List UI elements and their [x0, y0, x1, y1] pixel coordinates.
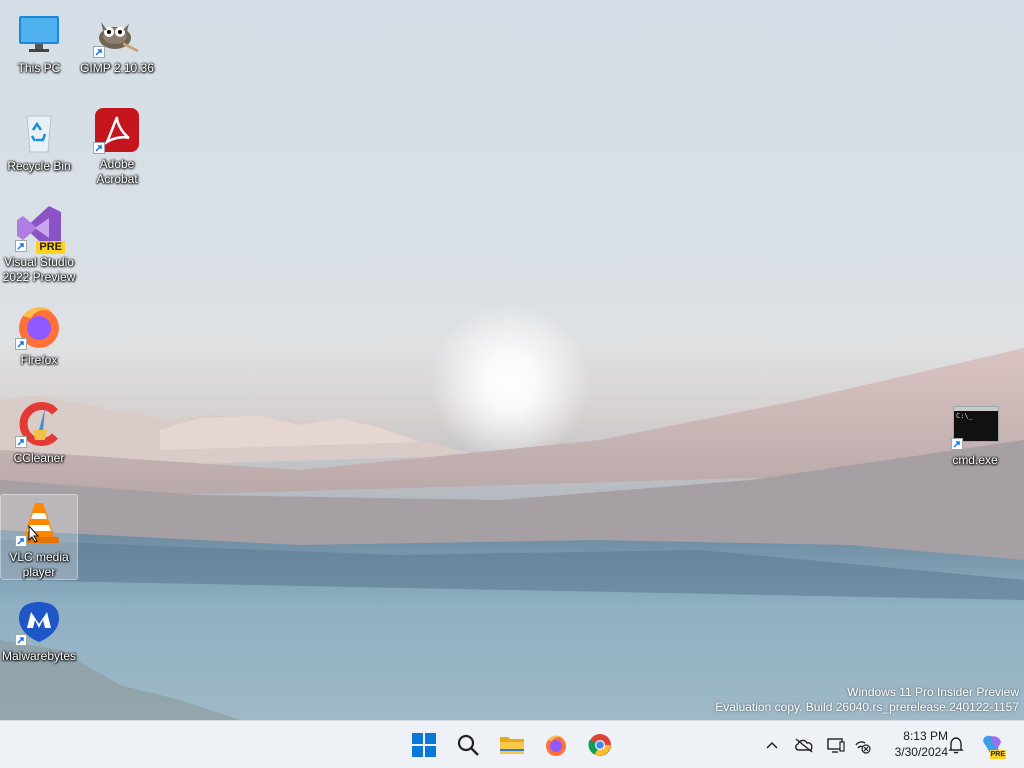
- desktop-icon-this-pc[interactable]: This PC: [0, 6, 78, 92]
- desktop-icon-label: GIMP 2.10.36: [80, 61, 154, 75]
- monitor-icon: [15, 10, 63, 58]
- firefox-icon: [546, 735, 566, 756]
- copilot-pre-badge: PRE: [989, 750, 1006, 759]
- network-tray-button[interactable]: [850, 733, 874, 757]
- recycle-bin-icon: [15, 108, 63, 156]
- mouse-cursor-icon: [28, 525, 40, 543]
- notification-bell-icon: [948, 737, 964, 754]
- chrome-taskbar-button[interactable]: [580, 725, 620, 765]
- malwarebytes-icon: [15, 598, 63, 646]
- onedrive-offline-icon: [795, 738, 813, 753]
- firefox-icon: [15, 302, 63, 350]
- desktop-icon-label: VLC media player: [9, 550, 69, 579]
- display-tray-button[interactable]: [824, 733, 848, 757]
- search-icon: [457, 734, 479, 756]
- notifications-button[interactable]: [944, 733, 968, 757]
- desktop-icon-recycle-bin[interactable]: Recycle Bin: [0, 104, 78, 190]
- shortcut-arrow-icon: [951, 438, 963, 450]
- desktop-icon-gimp[interactable]: GIMP 2.10.36: [78, 6, 156, 92]
- desktop-icon-adobe-acrobat[interactable]: Adobe Acrobat: [78, 102, 156, 188]
- taskbar-clock[interactable]: 8:13 PM 3/30/2024: [878, 728, 948, 760]
- desktop-icon-malwarebytes[interactable]: Malwarebytes: [0, 594, 78, 680]
- shortcut-arrow-icon: [15, 338, 27, 350]
- desktop-icon-label: Adobe Acrobat: [96, 157, 138, 186]
- desktop-icon-firefox[interactable]: Firefox: [0, 298, 78, 384]
- network-disconnected-icon: [855, 741, 871, 754]
- desktop-icon-label: Visual Studio 2022 Preview: [2, 255, 76, 284]
- file-explorer-button[interactable]: [492, 725, 532, 765]
- watermark-edition: Windows 11 Pro Insider Preview: [847, 685, 1019, 699]
- shortcut-arrow-icon: [93, 142, 105, 154]
- shortcut-arrow-icon: [15, 436, 27, 448]
- terminal-prompt-text: C:\_: [956, 412, 973, 420]
- desktop-icon-label: Recycle Bin: [7, 159, 71, 173]
- desktop-icon-cmd[interactable]: C:\_ cmd.exe: [936, 398, 1014, 484]
- shortcut-arrow-icon: [93, 46, 105, 58]
- desktop-icon-label: This PC: [17, 61, 61, 75]
- taskbar: 8:13 PM 3/30/2024 PRE: [0, 720, 1024, 768]
- desktop-icon-label: Malwarebytes: [1, 649, 77, 663]
- chevron-up-icon: [766, 741, 778, 749]
- shortcut-arrow-icon: [15, 240, 27, 252]
- shortcut-arrow-icon: [15, 634, 27, 646]
- start-button[interactable]: [404, 725, 444, 765]
- copilot-button[interactable]: PRE: [978, 733, 1006, 759]
- desktop-icon-visual-studio[interactable]: PRE Visual Studio 2022 Preview: [0, 200, 78, 286]
- search-button[interactable]: [448, 725, 488, 765]
- ccleaner-icon: [15, 400, 63, 448]
- visual-studio-icon: PRE: [15, 204, 65, 254]
- show-hidden-icons-button[interactable]: [760, 733, 784, 757]
- gimp-icon: [93, 10, 141, 58]
- windows-watermark: Windows 11 Pro Insider Preview Evaluatio…: [715, 685, 1019, 715]
- chrome-icon: [588, 734, 611, 756]
- desktop-icon-label: CCleaner: [13, 451, 65, 465]
- desktop-icon-label: cmd.exe: [952, 453, 998, 467]
- desktop[interactable]: This PC GIMP 2.10.36 Recycle Bin Adobe A…: [0, 0, 1024, 720]
- pre-badge: PRE: [36, 241, 65, 254]
- file-explorer-icon: [500, 737, 524, 754]
- windows-start-icon: [412, 733, 436, 757]
- acrobat-icon: [93, 106, 141, 154]
- firefox-taskbar-button[interactable]: [536, 725, 576, 765]
- clock-time: 8:13 PM: [903, 729, 948, 743]
- desktop-icon-ccleaner[interactable]: CCleaner: [0, 396, 78, 482]
- clock-date: 3/30/2024: [894, 745, 948, 759]
- onedrive-tray-button[interactable]: [792, 733, 816, 757]
- watermark-build: Evaluation copy. Build 26040.rs_prerelea…: [715, 700, 1019, 714]
- desktop-icon-label: Firefox: [20, 353, 58, 367]
- terminal-icon: C:\_: [951, 402, 999, 450]
- shortcut-arrow-icon: [15, 535, 27, 547]
- display-icon: [827, 738, 845, 753]
